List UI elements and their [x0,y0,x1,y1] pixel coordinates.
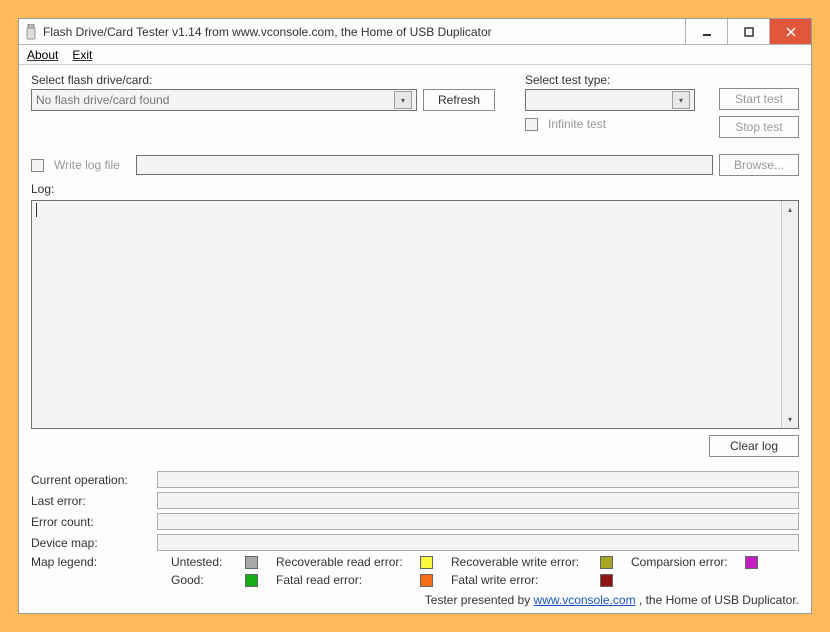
last-error-label: Last error: [31,494,151,508]
chevron-down-icon: ▾ [394,91,412,109]
clear-log-button[interactable]: Clear log [709,435,799,457]
drive-dropdown[interactable]: No flash drive/card found ▾ [31,89,417,111]
infinite-test-checkbox[interactable] [525,118,538,131]
legend-untested-label: Untested: [171,555,222,569]
menubar: About Exit [19,45,811,65]
footer: Tester presented by www.vconsole.com , t… [31,593,799,607]
write-log-label: Write log file [54,158,130,172]
legend-fatal-read-label: Fatal read error: [276,573,362,587]
maximize-button[interactable] [727,19,769,44]
minimize-button[interactable] [685,19,727,44]
swatch-fatal-read [420,574,433,587]
close-button[interactable] [769,19,811,44]
scroll-down-icon[interactable]: ▾ [782,411,798,428]
legend-good-label: Good: [171,573,204,587]
window-title: Flash Drive/Card Tester v1.14 from www.v… [43,25,685,39]
menu-exit[interactable]: Exit [72,48,92,62]
test-type-dropdown[interactable]: ▾ [525,89,695,111]
browse-button[interactable]: Browse... [719,154,799,176]
legend-recov-write-label: Recoverable write error: [451,555,579,569]
swatch-comparison [745,556,758,569]
log-file-path-input[interactable] [136,155,713,175]
swatch-fatal-write [600,574,613,587]
window-controls [685,19,811,44]
legend-grid: Untested: Recoverable read error: Recove… [171,555,799,587]
legend-recov-read-label: Recoverable read error: [276,555,403,569]
legend-fatal-write-label: Fatal write error: [451,573,538,587]
refresh-button[interactable]: Refresh [423,89,495,111]
app-window: Flash Drive/Card Tester v1.14 from www.v… [18,18,812,614]
select-drive-label: Select flash drive/card: [31,73,495,87]
titlebar: Flash Drive/Card Tester v1.14 from www.v… [19,19,811,45]
swatch-recov-write [600,556,613,569]
footer-prefix: Tester presented by [425,593,534,607]
footer-suffix: , the Home of USB Duplicator. [639,593,799,607]
last-error-field [157,492,799,509]
usb-drive-icon [25,24,37,40]
scroll-up-icon[interactable]: ▴ [782,201,798,218]
current-operation-field [157,471,799,488]
error-count-field [157,513,799,530]
drive-dropdown-text: No flash drive/card found [36,93,169,107]
log-scrollbar[interactable]: ▴ ▾ [781,201,798,428]
swatch-good [245,574,258,587]
device-map-label: Device map: [31,536,151,550]
device-map-field [157,534,799,551]
swatch-recov-read [420,556,433,569]
log-textarea[interactable]: ▴ ▾ [31,200,799,429]
infinite-test-label: Infinite test [548,117,606,131]
chevron-down-icon: ▾ [672,91,690,109]
stop-test-button[interactable]: Stop test [719,116,799,138]
select-test-label: Select test type: [525,73,695,87]
write-log-checkbox[interactable] [31,159,44,172]
menu-about[interactable]: About [27,48,58,62]
swatch-untested [245,556,258,569]
log-label: Log: [31,182,799,196]
footer-link[interactable]: www.vconsole.com [534,593,636,607]
legend-comparison-label: Comparsion error: [631,555,728,569]
current-operation-label: Current operation: [31,473,151,487]
error-count-label: Error count: [31,515,151,529]
start-test-button[interactable]: Start test [719,88,799,110]
map-legend-label: Map legend: [31,555,171,587]
